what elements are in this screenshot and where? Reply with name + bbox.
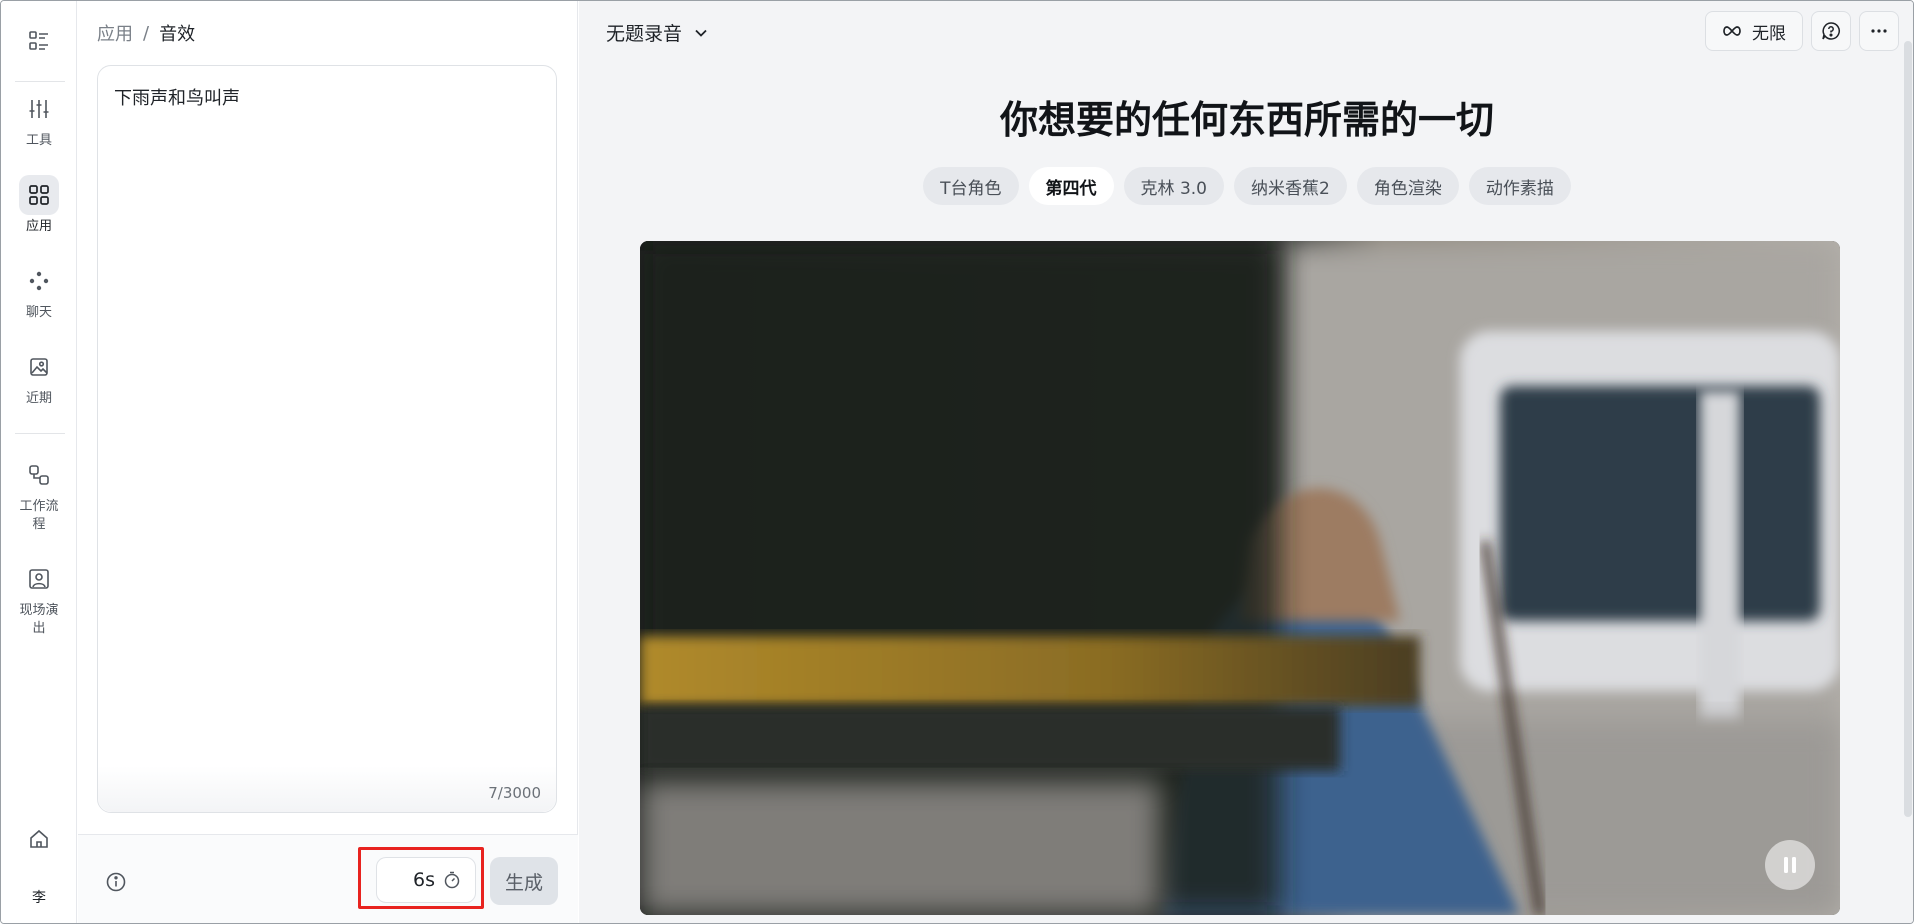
- rail-label: 聊天: [25, 305, 52, 320]
- rail-home-button[interactable]: [1, 819, 77, 859]
- more-horizontal-icon: [1871, 29, 1887, 33]
- chip-kling[interactable]: 克林 3.0: [1123, 167, 1224, 205]
- rail-divider: [15, 433, 65, 434]
- project-title: 无题录音: [606, 23, 683, 45]
- user-square-icon: [19, 559, 59, 599]
- pause-button[interactable]: [1765, 840, 1815, 890]
- project-title-dropdown[interactable]: 无题录音: [606, 19, 708, 46]
- left-panel: 应用 / 音效 下雨声和鸟叫声 7/3000 6s 生成: [78, 1, 578, 923]
- duration-value: 6s: [413, 869, 435, 891]
- help-bubble-icon: [1822, 22, 1840, 40]
- layout-list-icon: [19, 21, 59, 61]
- pause-icon: [1784, 857, 1796, 873]
- rail-label: 应用: [25, 219, 52, 234]
- rail-item-live[interactable]: 现场演出: [1, 559, 77, 638]
- rail-divider: [15, 81, 65, 82]
- category-chips: T台角色 第四代 克林 3.0 纳米香蕉2 角色渲染 动作素描: [579, 167, 1913, 205]
- chip-nano-banana[interactable]: 纳米香蕉2: [1234, 167, 1347, 205]
- unlimited-button[interactable]: 无限: [1705, 11, 1803, 51]
- scrollbar[interactable]: [1904, 41, 1912, 817]
- prompt-text[interactable]: 下雨声和鸟叫声: [114, 84, 240, 110]
- char-counter: 7/3000: [488, 784, 541, 802]
- breadcrumb-parent[interactable]: 应用: [97, 20, 133, 46]
- rail-item-workflow[interactable]: 工作流程: [1, 455, 77, 534]
- breadcrumb-current: 音效: [159, 24, 196, 45]
- rail-label: 现场演出: [19, 603, 59, 636]
- chip-gen4[interactable]: 第四代: [1028, 167, 1114, 205]
- rail-item-recent[interactable]: 近期: [1, 347, 77, 408]
- dots-cluster-icon: [19, 261, 59, 301]
- generate-button[interactable]: 生成: [490, 857, 558, 905]
- rail-label: 工具: [25, 133, 52, 148]
- page-headline: 你想要的任何东西所需的一切: [999, 98, 1494, 142]
- rail-item-chat[interactable]: 聊天: [1, 261, 77, 322]
- rail-menu-toggle[interactable]: [1, 21, 77, 61]
- timer-icon: [444, 871, 460, 889]
- help-chat-button[interactable]: [1811, 11, 1851, 51]
- duration-button[interactable]: 6s: [376, 857, 476, 903]
- home-icon: [19, 819, 59, 859]
- workflow-icon: [19, 455, 59, 495]
- prompt-input[interactable]: 下雨声和鸟叫声 7/3000: [97, 65, 557, 813]
- chip-motion-sketch[interactable]: 动作素描: [1468, 167, 1571, 205]
- rail-item-tools[interactable]: 工具: [1, 89, 77, 150]
- unlimited-label: 无限: [1752, 23, 1786, 44]
- more-options-button[interactable]: [1859, 11, 1899, 51]
- breadcrumb-separator: /: [143, 22, 150, 44]
- avatar-initial: 李: [32, 890, 46, 906]
- user-avatar[interactable]: 李: [1, 877, 77, 917]
- info-icon[interactable]: [105, 871, 127, 893]
- rail-item-apps[interactable]: 应用: [1, 175, 77, 236]
- top-right-actions: 无限: [1705, 11, 1899, 51]
- rail-label: 工作流程: [19, 499, 59, 532]
- nav-rail: 工具 应用 聊天 近期 工作流程 现场演出 李: [1, 1, 77, 923]
- main-area: 无题录音 无限 你想要的任何东西所需的一切 T台角色 第四代 克林 3.0 纳米…: [579, 1, 1913, 923]
- breadcrumb: 应用 / 音效: [97, 20, 195, 46]
- video-frame: [640, 241, 1840, 915]
- showcase-video[interactable]: [640, 241, 1840, 915]
- chip-character-render[interactable]: 角色渲染: [1356, 167, 1459, 205]
- grid-icon: [19, 175, 59, 215]
- app-window: 工具 应用 聊天 近期 工作流程 现场演出 李 应用 / 音效 下雨声和鸟叫声 …: [0, 0, 1914, 924]
- chevron-down-icon: [695, 29, 707, 37]
- sliders-icon: [19, 89, 59, 129]
- infinity-icon: [1723, 26, 1741, 36]
- image-gallery-icon: [19, 347, 59, 387]
- rail-label: 近期: [25, 391, 52, 406]
- chip-runway-character[interactable]: T台角色: [923, 167, 1019, 205]
- generate-bar: 6s 生成: [78, 834, 578, 923]
